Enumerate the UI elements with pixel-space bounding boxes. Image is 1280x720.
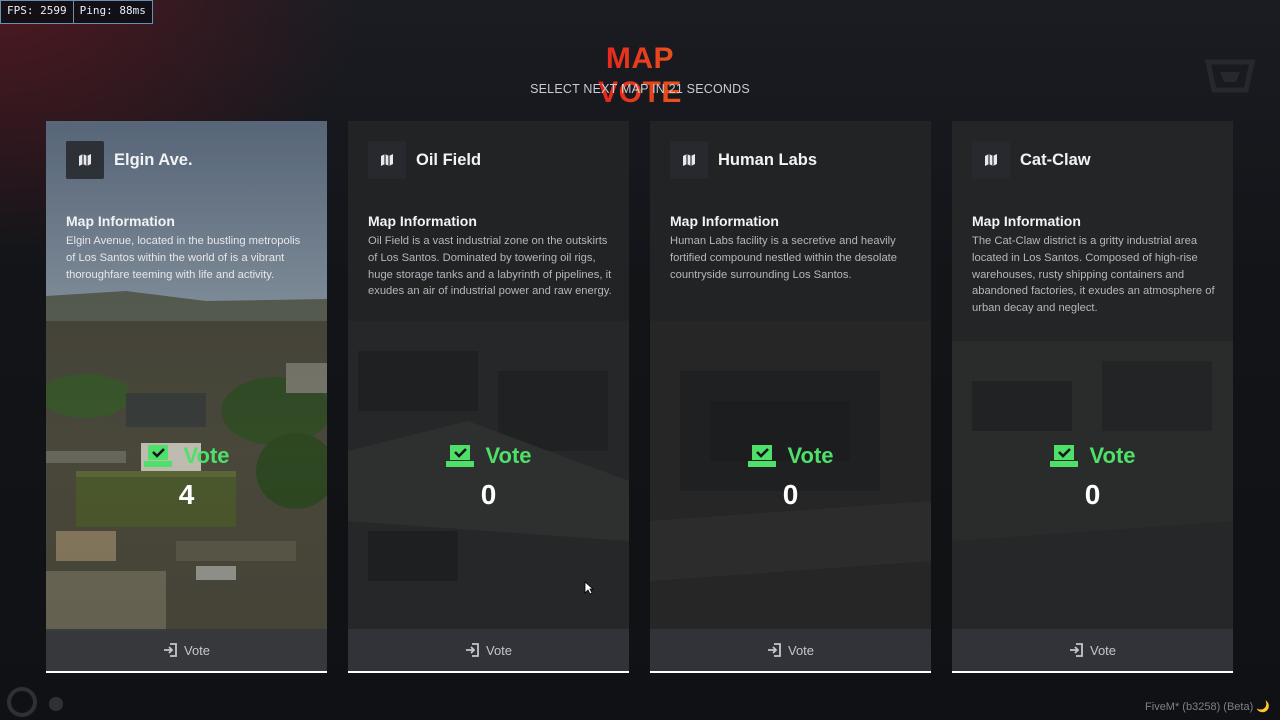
map-vote-screen: FPS: 2599 Ping: 88ms MAP VOTE SELECT NEX…: [0, 0, 1280, 720]
map-icon-box: [972, 141, 1010, 179]
vote-indicator: Vote: [348, 443, 629, 469]
vote-button[interactable]: Vote: [348, 629, 629, 673]
vote-button[interactable]: Vote: [46, 629, 327, 673]
map-icon: [985, 154, 997, 166]
map-info-text: Human Labs facility is a secretive and h…: [670, 235, 898, 281]
vote-ballot-icon: [144, 445, 173, 467]
mouse-cursor-icon: [584, 581, 594, 595]
map-info-title: Map Information: [66, 213, 175, 229]
vote-count: 0: [480, 479, 497, 510]
enter-icon: [1069, 643, 1083, 657]
enter-icon: [465, 643, 479, 657]
vote-button-label: Vote: [787, 642, 815, 658]
vote-label: Vote: [183, 443, 230, 468]
enter-icon: [163, 643, 177, 657]
vote-button-label: Vote: [183, 642, 211, 658]
countdown-subtitle: SELECT NEXT MAP IN 21 SECONDS: [530, 82, 750, 96]
map-info-text: The Cat-Claw district is a gritty indust…: [972, 235, 1215, 315]
map-icon-box: [670, 141, 708, 179]
enter-icon: [767, 643, 781, 657]
vote-ballot-icon: [748, 445, 777, 467]
vote-label: Vote: [1089, 443, 1136, 468]
vote-ballot-icon: [446, 445, 475, 467]
map-header: Human Labs: [670, 141, 817, 179]
map-icon-box: [368, 141, 406, 179]
map-header: Oil Field: [368, 141, 481, 179]
vote-label: Vote: [485, 443, 532, 468]
vote-indicator: Vote: [46, 443, 327, 469]
map-name: Human Labs: [718, 150, 818, 169]
vote-count: 4: [178, 479, 195, 510]
map-cards: Elgin Ave. Map Information Elgin Avenue,…: [46, 121, 1234, 673]
map-icon: [381, 154, 393, 166]
page-title: MAP VOTE: [560, 42, 720, 110]
vote-button[interactable]: Vote: [650, 629, 931, 673]
vote-ballot-icon: [1050, 445, 1079, 467]
map-header: Cat-Claw: [972, 141, 1091, 179]
vote-label: Vote: [787, 443, 834, 468]
vote-button-label: Vote: [485, 642, 513, 658]
map-icon-box: [66, 141, 104, 179]
vote-count: 0: [782, 479, 799, 510]
map-info-text: Oil Field is a vast industrial zone on t…: [368, 235, 612, 298]
map-card-human-labs[interactable]: Human Labs Map Information Human Labs fa…: [650, 121, 931, 673]
map-card-elgin-ave[interactable]: Elgin Ave. Map Information Elgin Avenue,…: [46, 121, 327, 673]
map-name: Elgin Ave.: [114, 150, 193, 169]
vote-indicator: Vote: [650, 443, 931, 469]
map-header: Elgin Ave.: [66, 141, 193, 179]
ping-counter: Ping: 88ms: [72, 1, 152, 23]
vote-button-label: Vote: [1089, 642, 1117, 658]
map-info-title: Map Information: [368, 213, 477, 229]
vote-count: 0: [1084, 479, 1101, 510]
fps-counter: FPS: 2599: [7, 4, 67, 17]
client-version-label: FiveM* (b3258) (Beta) 🌙: [1145, 701, 1270, 713]
faded-hud-icons: [7, 687, 63, 717]
debug-overlay: FPS: 2599 Ping: 88ms: [0, 0, 153, 24]
map-info-title: Map Information: [670, 213, 779, 229]
vote-indicator: Vote: [952, 443, 1233, 469]
map-card-cat-claw[interactable]: Cat-Claw Map Information The Cat-Claw di…: [952, 121, 1233, 673]
map-info-title: Map Information: [972, 213, 1081, 229]
map-icon: [683, 154, 695, 166]
map-icon: [79, 154, 91, 166]
map-info-text: Elgin Avenue, located in the bustling me…: [66, 235, 301, 281]
vote-button[interactable]: Vote: [952, 629, 1233, 673]
brand-logo-icon: [1204, 59, 1256, 93]
map-name: Oil Field: [416, 150, 482, 169]
map-name: Cat-Claw: [1020, 150, 1091, 169]
